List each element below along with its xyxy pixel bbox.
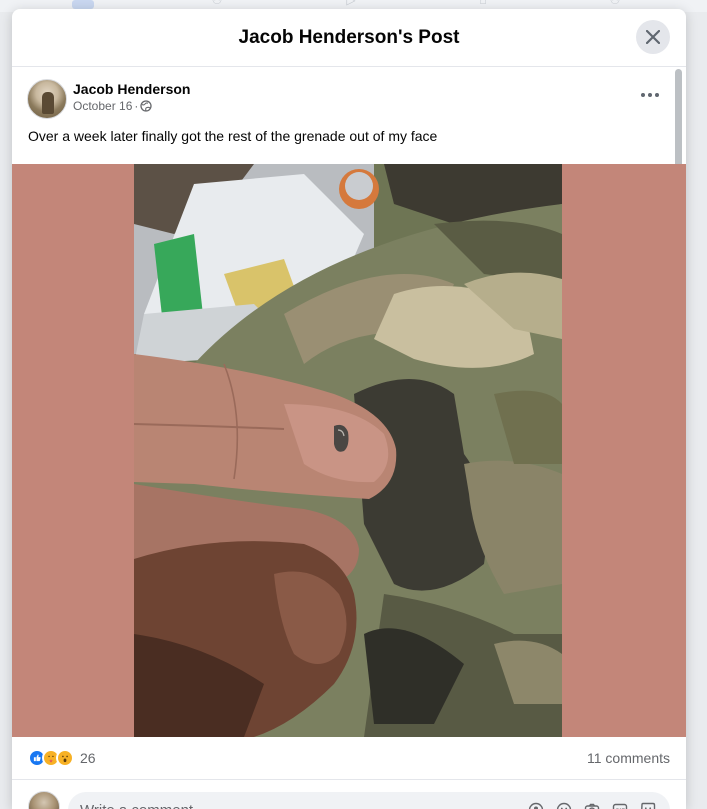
more-options-icon <box>641 93 659 97</box>
meta-separator: · <box>134 99 138 113</box>
modal-header: Jacob Henderson's Post <box>12 9 686 67</box>
post-date[interactable]: October 16 <box>73 99 132 113</box>
comment-input[interactable] <box>80 802 460 809</box>
comment-tools: GIF <box>518 800 658 809</box>
reaction-icons[interactable] <box>28 749 70 767</box>
author-avatar[interactable] <box>27 79 67 119</box>
reactions-bar: 26 11 comments <box>12 737 686 779</box>
comments-count[interactable]: 11 comments <box>587 750 670 766</box>
more-options-button[interactable] <box>636 85 664 105</box>
post-header: Jacob Henderson October 16 · <box>12 67 686 127</box>
viewer-avatar[interactable] <box>28 791 60 809</box>
post-photo-frame[interactable] <box>12 164 686 737</box>
globe-icon <box>140 100 152 112</box>
post-photo[interactable] <box>134 164 562 737</box>
groups-nav-icon: ⚇ <box>604 0 626 6</box>
sticker-icon <box>640 802 656 809</box>
comment-box[interactable]: GIF <box>68 792 670 809</box>
gif-icon: GIF <box>612 802 628 809</box>
sticker-button[interactable] <box>638 800 658 809</box>
comment-composer: GIF <box>12 779 686 809</box>
emoji-icon <box>556 802 572 809</box>
close-icon <box>646 30 660 44</box>
post-scroll-area[interactable]: Jacob Henderson October 16 · Ove <box>12 67 686 809</box>
friends-nav-icon: ⚇ <box>206 0 228 6</box>
emoji-button[interactable] <box>554 800 574 809</box>
author-name[interactable]: Jacob Henderson <box>73 80 190 98</box>
post-meta: October 16 · <box>73 99 190 113</box>
avatar-sticker-icon <box>528 802 544 809</box>
wow-icon <box>56 749 74 767</box>
gif-button[interactable]: GIF <box>610 800 630 809</box>
reaction-count[interactable]: 26 <box>80 750 96 766</box>
post-modal: Jacob Henderson's Post Jacob Henderson O… <box>12 9 686 809</box>
watch-nav-icon: ▷ <box>340 0 362 6</box>
camera-icon <box>584 802 600 809</box>
photo-finger-shrapnel <box>134 164 562 737</box>
camera-button[interactable] <box>582 800 602 809</box>
post-text: Over a week later finally got the rest o… <box>12 126 686 154</box>
home-nav-icon <box>72 0 94 9</box>
avatar-sticker-button[interactable] <box>526 800 546 809</box>
marketplace-nav-icon: ⌂ <box>472 0 494 6</box>
close-button[interactable] <box>636 20 670 54</box>
modal-title: Jacob Henderson's Post <box>239 27 460 49</box>
